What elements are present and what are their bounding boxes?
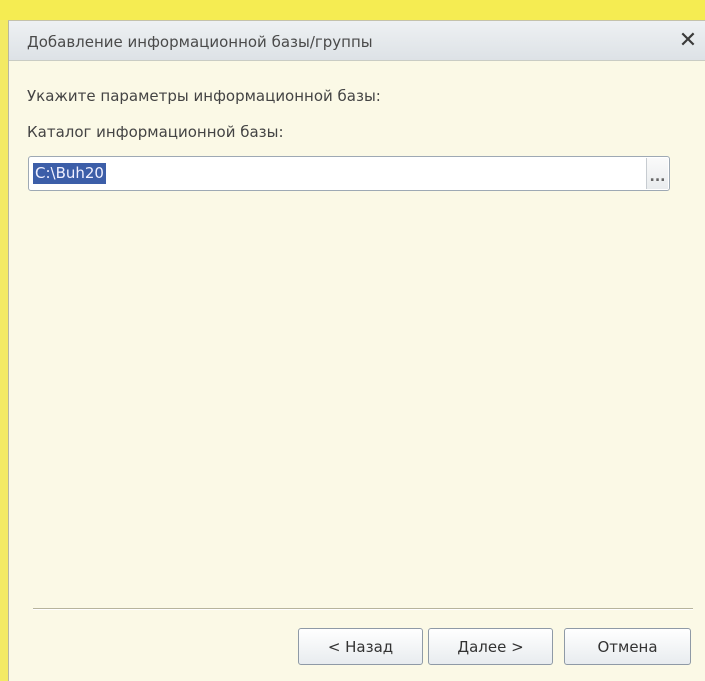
- footer-separator: [33, 608, 693, 610]
- back-button[interactable]: < Назад: [298, 628, 423, 665]
- folder-label: Каталог информационной базы:: [27, 123, 284, 141]
- close-icon[interactable]: ✕: [675, 27, 701, 53]
- add-infobase-dialog: Добавление информационной базы/группы ✕ …: [8, 20, 705, 681]
- background-highlight-left: [0, 20, 8, 681]
- instruction-text: Укажите параметры информационной базы:: [27, 87, 381, 105]
- dialog-title-bar: Добавление информационной базы/группы ✕: [9, 21, 705, 61]
- infobase-folder-input[interactable]: [32, 160, 654, 187]
- infobase-folder-field[interactable]: C:\Buh20 ...: [28, 156, 670, 191]
- dialog-title: Добавление информационной базы/группы: [27, 33, 373, 51]
- cancel-button[interactable]: Отмена: [564, 628, 691, 665]
- browse-button[interactable]: ...: [646, 158, 668, 189]
- next-button[interactable]: Далее >: [428, 628, 553, 665]
- background-highlight: [0, 0, 705, 20]
